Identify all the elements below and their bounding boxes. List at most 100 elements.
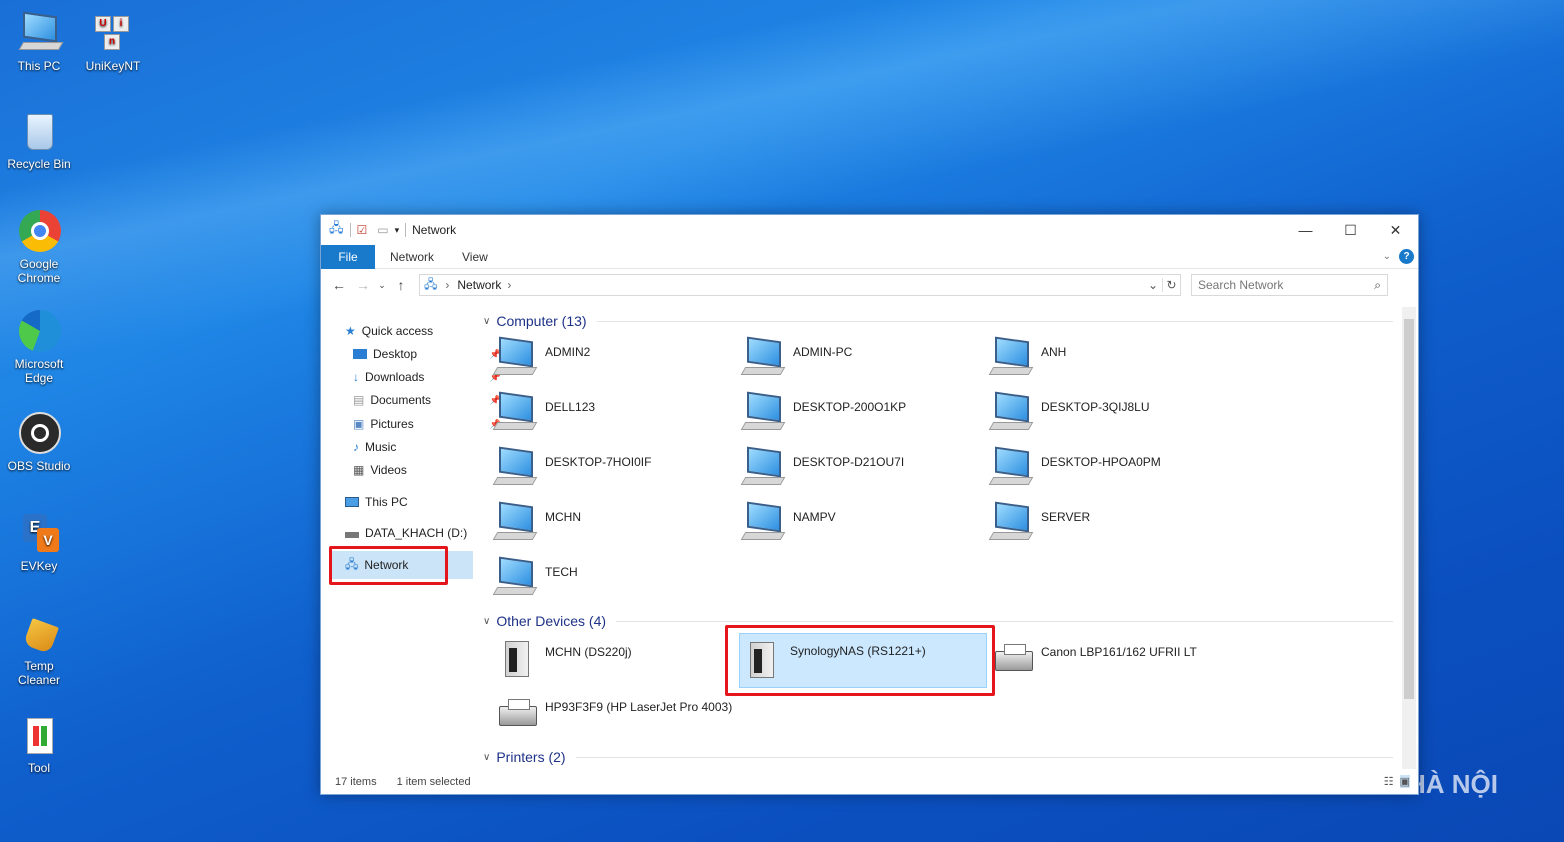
- nav-drive-d[interactable]: DATA_KHACH (D:): [345, 523, 495, 543]
- desktop-icon-unikey[interactable]: U i n UniKeyNT: [77, 12, 149, 73]
- network-icon: 🖧: [424, 276, 438, 291]
- printer-icon: [495, 692, 539, 736]
- desktop-icon-obs[interactable]: OBS Studio: [3, 412, 75, 473]
- network-icon: 🖧: [329, 220, 344, 235]
- minimize-button[interactable]: —: [1283, 215, 1328, 245]
- nav-this-pc[interactable]: This PC: [345, 492, 495, 512]
- computer-icon: [740, 391, 787, 436]
- search-placeholder: Search Network: [1198, 278, 1284, 292]
- network-item[interactable]: TECH: [492, 556, 743, 612]
- tab-network[interactable]: Network: [375, 250, 454, 264]
- file-tab[interactable]: File: [321, 244, 375, 269]
- recycle-bin-icon: [17, 110, 61, 154]
- file-explorer-window[interactable]: 🖧 ☑ ▭ ▾ Network — ☐ ✕ File Network View …: [320, 214, 1419, 795]
- desktop-icon-edge[interactable]: Microsoft Edge: [3, 310, 75, 385]
- nav-label: Quick access: [361, 324, 434, 338]
- item-label: DESKTOP-200O1KP: [793, 400, 907, 414]
- desktop-icon-label: UniKeyNT: [85, 59, 141, 73]
- nav-label: Music: [365, 440, 397, 454]
- download-icon: ↓: [353, 370, 359, 384]
- help-icon[interactable]: ?: [1399, 249, 1414, 264]
- network-item[interactable]: DESKTOP-D21OU7I: [740, 446, 991, 502]
- network-item[interactable]: DESKTOP-7HOI0IF: [492, 446, 743, 502]
- details-view-icon[interactable]: ☷: [1384, 775, 1394, 788]
- item-label: ANH: [1041, 345, 1067, 359]
- network-item[interactable]: NAMPV: [740, 501, 991, 557]
- network-item[interactable]: ADMIN2: [492, 336, 743, 392]
- network-item[interactable]: DESKTOP-HPOA0PM: [988, 446, 1239, 502]
- up-button[interactable]: ↑: [389, 277, 413, 293]
- computer-icon: [492, 556, 539, 601]
- broom-icon: [17, 612, 61, 656]
- network-item[interactable]: SERVER: [988, 501, 1239, 557]
- chevron-down-icon: ∨: [483, 751, 491, 763]
- desktop-icon-label: EVKey: [20, 559, 58, 573]
- new-folder-icon[interactable]: ▭: [377, 223, 388, 237]
- nav-pictures[interactable]: ▣Pictures📌: [353, 414, 503, 434]
- item-label: DESKTOP-3QIJ8LU: [1041, 400, 1150, 414]
- title-bar[interactable]: 🖧 ☑ ▭ ▾ Network — ☐ ✕: [321, 215, 1418, 245]
- network-item[interactable]: HP93F3F9 (HP LaserJet Pro 4003): [495, 692, 795, 747]
- group-title: Printers (2): [496, 749, 566, 765]
- ribbon-expand-icon[interactable]: ⌄: [1383, 251, 1391, 262]
- group-header-computer[interactable]: ∨ Computer (13): [483, 313, 1393, 329]
- chevron-down-icon: ∨: [483, 315, 491, 327]
- breadcrumb-separator[interactable]: ›: [445, 278, 449, 292]
- network-item[interactable]: MCHN (DS220j): [495, 637, 743, 692]
- breadcrumb-network[interactable]: Network: [457, 278, 501, 292]
- nav-downloads[interactable]: ↓ Downloads 📌: [353, 367, 503, 387]
- breadcrumb-separator[interactable]: ›: [507, 278, 511, 292]
- vertical-scrollbar[interactable]: [1402, 307, 1416, 769]
- nav-videos[interactable]: ▦ Videos: [353, 460, 503, 480]
- maximize-button[interactable]: ☐: [1328, 215, 1373, 245]
- item-count: 17 items: [335, 776, 377, 788]
- ribbon: File Network View ⌄ ?: [321, 244, 1418, 269]
- desktop-icon-chrome[interactable]: Google Chrome: [3, 210, 75, 285]
- recent-locations-dropdown[interactable]: ⌄: [375, 280, 389, 291]
- item-label: NAMPV: [793, 510, 836, 524]
- tab-view[interactable]: View: [454, 250, 508, 264]
- back-button[interactable]: ←: [327, 277, 351, 293]
- nav-music[interactable]: ♪ Music: [353, 437, 503, 457]
- address-dropdown[interactable]: ⌄: [1144, 278, 1162, 292]
- scrollbar-thumb[interactable]: [1404, 319, 1414, 699]
- computer-icon: [492, 336, 539, 381]
- network-item[interactable]: Canon LBP161/162 UFRII LT: [991, 637, 1239, 692]
- network-item[interactable]: MCHN: [492, 501, 743, 557]
- desktop-icon-temp-cleaner[interactable]: Temp Cleaner: [3, 612, 75, 687]
- properties-icon[interactable]: ☑: [357, 223, 368, 237]
- tiles-view-icon[interactable]: ▣: [1399, 775, 1410, 788]
- nav-label: This PC: [365, 495, 408, 509]
- desktop-icon-tool[interactable]: Tool: [3, 714, 75, 775]
- refresh-icon[interactable]: ↻: [1162, 278, 1180, 292]
- forward-button[interactable]: →: [351, 277, 375, 293]
- videos-icon: ▦: [353, 463, 365, 477]
- address-bar[interactable]: 🖧 › Network › ⌄ ↻: [419, 274, 1181, 296]
- desktop-icon-this-pc[interactable]: This PC: [3, 11, 75, 73]
- selected-count: 1 item selected: [396, 776, 471, 788]
- nav-desktop[interactable]: Desktop 📌: [353, 344, 503, 364]
- item-label: DELL123: [545, 400, 596, 414]
- item-label: DESKTOP-HPOA0PM: [1041, 455, 1161, 469]
- computer-icon: [740, 446, 787, 491]
- group-header-printers[interactable]: ∨ Printers (2): [483, 749, 1393, 765]
- nav-label: DATA_KHACH (D:): [365, 526, 468, 540]
- desktop-icon-label: Temp Cleaner: [17, 659, 61, 687]
- network-item[interactable]: ADMIN-PC: [740, 336, 991, 392]
- network-item[interactable]: ANH: [988, 336, 1239, 392]
- close-button[interactable]: ✕: [1373, 215, 1418, 245]
- obs-icon: [17, 412, 61, 456]
- group-title: Other Devices (4): [496, 613, 607, 629]
- nav-documents[interactable]: ▤ Documents 📌: [353, 390, 503, 410]
- nav-quick-access[interactable]: ★ Quick access: [345, 321, 495, 341]
- network-item[interactable]: DELL123: [492, 391, 743, 447]
- search-input[interactable]: Search Network ⌕: [1191, 274, 1388, 296]
- computer-icon: [988, 336, 1035, 381]
- desktop-icon-evkey[interactable]: EV EVKey: [3, 512, 75, 573]
- quick-access-toolbar-dropdown[interactable]: ▾: [395, 225, 400, 236]
- desktop-icon-label: Microsoft Edge: [14, 357, 64, 385]
- network-item[interactable]: DESKTOP-200O1KP: [740, 391, 991, 447]
- network-item[interactable]: DESKTOP-3QIJ8LU: [988, 391, 1239, 447]
- desktop-icon-recycle-bin[interactable]: Recycle Bin: [3, 110, 75, 171]
- window-title: Network: [412, 223, 457, 237]
